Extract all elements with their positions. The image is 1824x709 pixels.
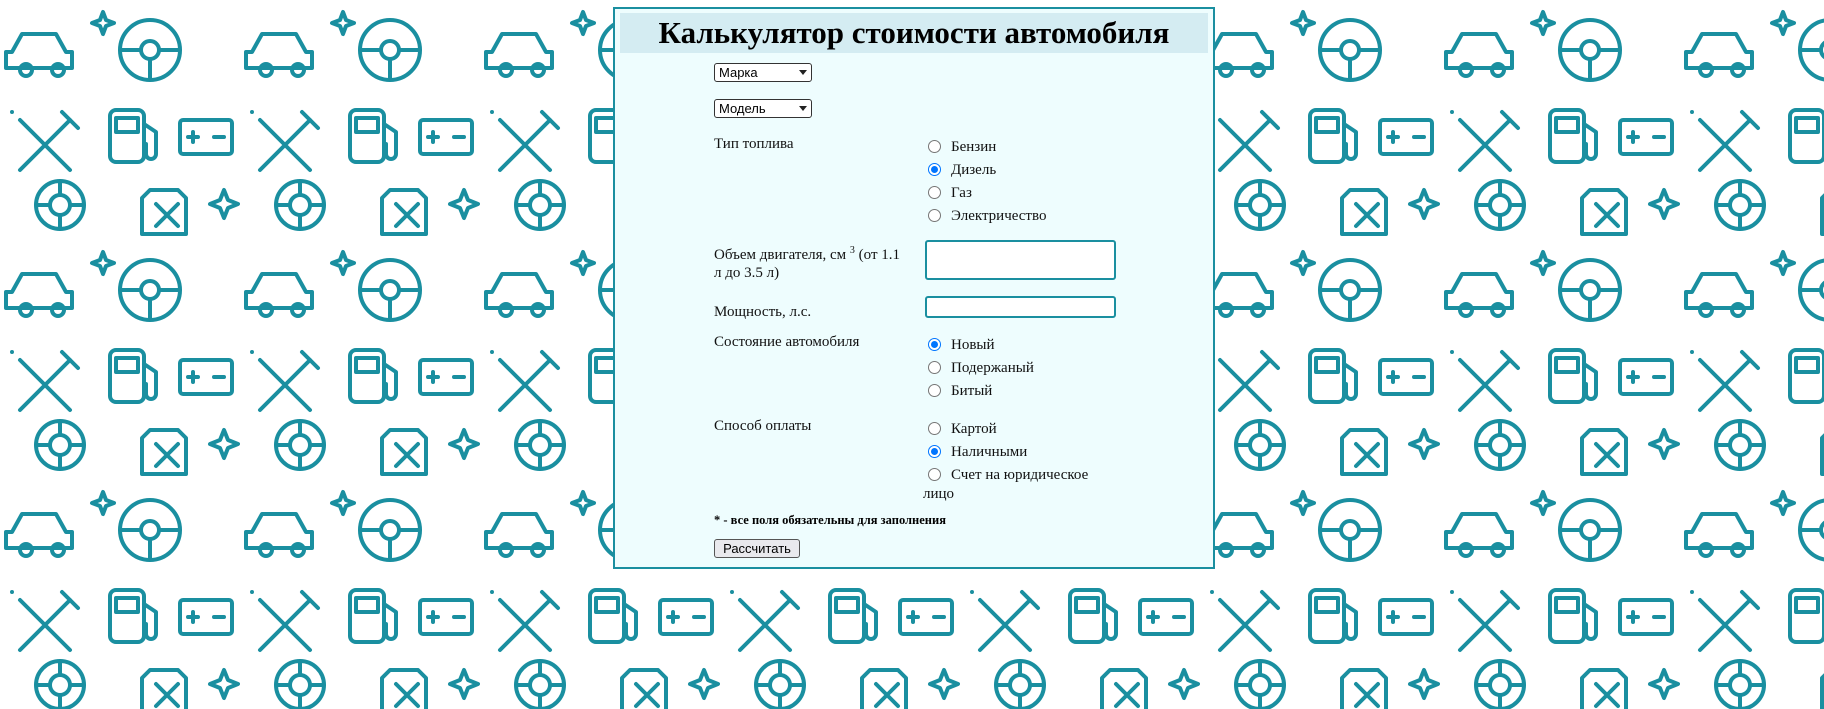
model-select-value: Модель [719,101,766,116]
chevron-down-icon [799,70,807,75]
radio-button[interactable] [928,422,941,435]
brand-select[interactable]: Марка [714,63,812,82]
radio-label: Подержаный [951,360,1034,376]
radio-label: Картой [951,421,997,437]
radio-button[interactable] [928,384,941,397]
page-title: Калькулятор стоимости автомобиля [620,13,1208,53]
payment-option-invoice-wrap: лицо [923,486,955,502]
engine-volume-input[interactable] [925,240,1116,280]
radio-button[interactable] [928,338,941,351]
radio-button[interactable] [928,445,941,458]
radio-button[interactable] [928,186,941,199]
calculate-button[interactable]: Рассчитать [714,539,800,558]
fuel-type-label: Тип топлива [714,136,794,152]
radio-button[interactable] [928,209,941,222]
condition-label: Состояние автомобиля [714,334,860,350]
chevron-down-icon [799,106,807,111]
radio-label: Наличными [951,444,1028,460]
radio-button[interactable] [928,140,941,153]
power-input[interactable] [925,296,1116,318]
model-select[interactable]: Модель [714,99,812,118]
radio-label: Дизель [951,162,997,178]
radio-button[interactable] [928,468,941,481]
engine-volume-label-main: Объем двигателя, см [714,247,847,263]
radio-label: Бензин [951,139,997,155]
engine-volume-label: Объем двигателя, см 3 (от 1.1 л до 3.5 л… [714,242,904,282]
radio-button[interactable] [928,361,941,374]
brand-select-value: Марка [719,65,758,80]
radio-button[interactable] [928,163,941,176]
power-label: Мощность, л.с. [714,304,812,320]
radio-label: Счет на юридическое [951,467,1089,483]
calculator-panel: Калькулятор стоимости автомобиля Марка М… [613,7,1215,569]
radio-label: Газ [951,185,972,201]
radio-label: Электричество [951,208,1047,224]
radio-label: Битый [951,383,993,399]
payment-label: Способ оплаты [714,418,812,434]
radio-label: Новый [951,337,995,353]
required-fields-note: * - все поля обязательны для заполнения [714,513,946,527]
